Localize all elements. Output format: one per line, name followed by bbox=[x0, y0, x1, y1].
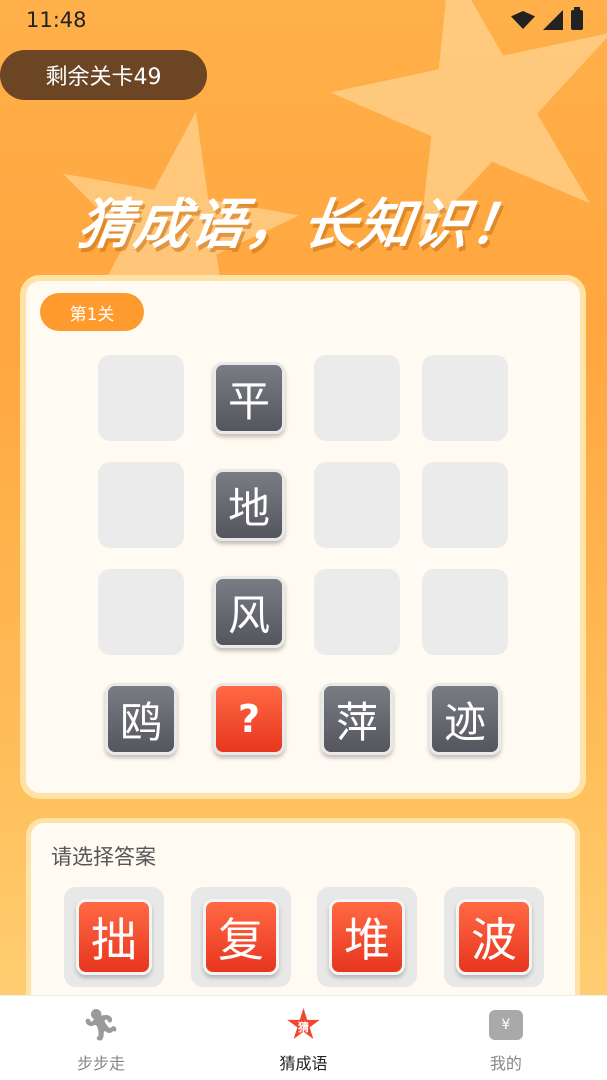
grid-cell: 风 bbox=[206, 569, 292, 655]
char-tile: 地 bbox=[213, 469, 285, 541]
tab-label: 步步走 bbox=[77, 1054, 126, 1073]
grid-cell: 平 bbox=[206, 355, 292, 441]
grid-cell-empty bbox=[314, 355, 400, 441]
answer-option[interactable]: 复 bbox=[191, 887, 291, 987]
status-icons bbox=[511, 7, 583, 30]
grid-cell-empty bbox=[314, 462, 400, 548]
tab-label: 我的 bbox=[489, 1054, 522, 1073]
walking-person-icon: 🏃︎ bbox=[82, 1007, 121, 1043]
grid-cell-empty bbox=[422, 569, 508, 655]
page-slogan: 猜成语，长知识！ bbox=[74, 193, 532, 256]
grid-cell-empty bbox=[422, 355, 508, 441]
tab-label: 猜成语 bbox=[279, 1054, 328, 1073]
puzzle-card: 第1关 平 地 风 鸥 ? 萍 迹 bbox=[20, 275, 586, 799]
wifi-icon bbox=[511, 11, 535, 29]
grid-cell: 地 bbox=[206, 462, 292, 548]
signal-icon bbox=[543, 10, 563, 30]
grid-cell-empty bbox=[98, 569, 184, 655]
battery-icon bbox=[571, 7, 583, 30]
grid-cell-empty bbox=[98, 355, 184, 441]
bottom-tab-bar: 🏃︎ 步步走 猜 猜成语 ¥ 我的 bbox=[0, 995, 607, 1080]
answer-option-tile[interactable]: 波 bbox=[456, 899, 532, 975]
status-bar: 11:48 bbox=[0, 0, 607, 40]
answer-option-tile[interactable]: 拙 bbox=[76, 899, 152, 975]
char-tile: 萍 bbox=[321, 683, 393, 755]
grid-cell: 鸥 bbox=[98, 676, 184, 762]
char-tile: 风 bbox=[213, 576, 285, 648]
grid-cell-empty bbox=[314, 569, 400, 655]
answer-option[interactable]: 拙 bbox=[64, 887, 164, 987]
level-badge: 第1关 bbox=[40, 293, 144, 331]
answer-title: 请选择答案 bbox=[51, 845, 156, 869]
grid-cell: 萍 bbox=[314, 676, 400, 762]
grid-cell: ? bbox=[206, 676, 292, 762]
grid-cell: 迹 bbox=[422, 676, 508, 762]
levels-remaining-badge: 剩余关卡49 bbox=[0, 50, 207, 100]
wallet-icon: ¥ bbox=[488, 1008, 523, 1042]
tab-mine[interactable]: ¥ 我的 bbox=[405, 996, 607, 1080]
answer-option[interactable]: 波 bbox=[444, 887, 544, 987]
unknown-char-tile: ? bbox=[213, 683, 285, 755]
answer-card: 请选择答案 拙 复 堆 波 bbox=[26, 818, 580, 1018]
tab-guess-idiom[interactable]: 猜 猜成语 bbox=[202, 996, 404, 1080]
char-tile: 迹 bbox=[429, 683, 501, 755]
answer-option[interactable]: 堆 bbox=[317, 887, 417, 987]
status-time: 11:48 bbox=[26, 8, 87, 32]
grid-cell-empty bbox=[98, 462, 184, 548]
char-tile: 平 bbox=[213, 362, 285, 434]
answer-option-tile[interactable]: 堆 bbox=[329, 899, 405, 975]
star-badge-icon: 猜 bbox=[286, 1008, 320, 1042]
answer-option-tile[interactable]: 复 bbox=[203, 899, 279, 975]
grid-cell-empty bbox=[422, 462, 508, 548]
char-tile: 鸥 bbox=[105, 683, 177, 755]
tab-step-walk[interactable]: 🏃︎ 步步走 bbox=[0, 996, 202, 1080]
